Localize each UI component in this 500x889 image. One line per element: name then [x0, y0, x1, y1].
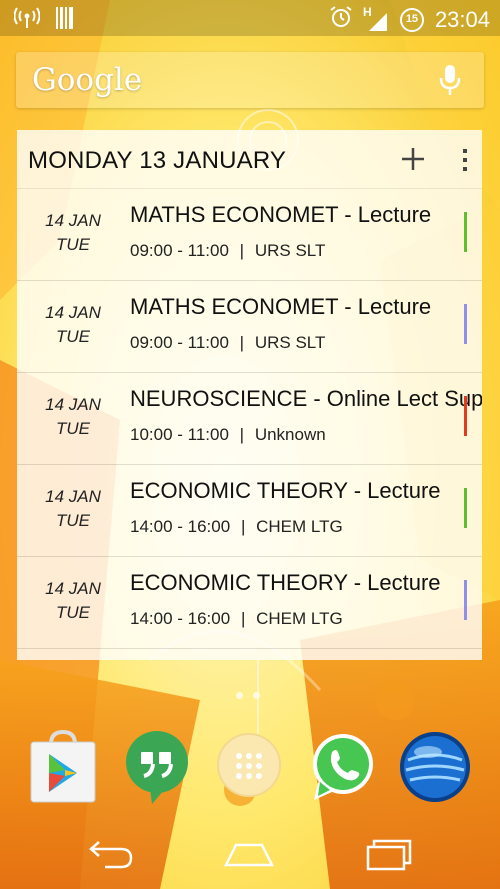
- back-icon[interactable]: [74, 832, 144, 876]
- barcode-icon: [56, 7, 74, 34]
- alarm-icon: [329, 5, 353, 34]
- event-date-day-month: 14 JAN: [45, 579, 101, 598]
- event-details: 14:00 - 16:00 | CHEM LTG: [130, 609, 343, 629]
- widget-date-title[interactable]: MONDAY 13 JANUARY: [28, 147, 286, 175]
- event-time: 09:00 - 11:00: [130, 241, 229, 260]
- event-color-bar: [464, 396, 467, 436]
- page-dot: [253, 692, 260, 699]
- event-row[interactable]: 14 JAN TUE ECONOMIC THEORY - Lecture 14:…: [17, 465, 482, 557]
- event-separator: |: [240, 609, 246, 628]
- home-icon[interactable]: [214, 832, 284, 876]
- event-separator: |: [239, 333, 245, 352]
- event-color-bar: [464, 212, 467, 252]
- event-details: 09:00 - 11:00 | URS SLT: [130, 333, 325, 353]
- plus-icon[interactable]: [400, 146, 426, 177]
- event-location: Unknown: [254, 425, 326, 444]
- hangouts-icon[interactable]: [122, 730, 192, 804]
- navigation-bar: [0, 820, 500, 889]
- event-weekday: TUE: [56, 419, 90, 438]
- recent-apps-icon[interactable]: [354, 832, 424, 876]
- event-separator: |: [239, 241, 245, 260]
- globe-icon[interactable]: [398, 730, 470, 802]
- event-time: 14:00 - 16:00: [130, 609, 231, 628]
- event-date-day-month: 14 JAN: [45, 211, 101, 230]
- event-title: ECONOMIC THEORY - Lecture: [130, 570, 441, 595]
- event-row[interactable]: 14 JAN TUE NEUROSCIENCE - Online Lect Su…: [17, 373, 482, 465]
- play-store-icon[interactable]: [27, 729, 97, 803]
- event-details: 14:00 - 16:00 | CHEM LTG: [130, 517, 343, 537]
- event-weekday: TUE: [56, 327, 90, 346]
- clock: 23:04: [434, 6, 490, 32]
- event-date: 14 JAN TUE: [17, 393, 129, 441]
- event-date-day-month: 14 JAN: [45, 395, 101, 414]
- wifi-hotspot-icon: [13, 7, 41, 34]
- event-weekday: TUE: [56, 235, 90, 254]
- event-time: 10:00 - 11:00: [130, 425, 229, 444]
- signal-icon: H: [363, 5, 389, 33]
- page-indicator: [236, 692, 260, 699]
- event-weekday: TUE: [56, 511, 90, 530]
- event-location: URS SLT: [254, 333, 326, 352]
- event-time: 09:00 - 11:00: [130, 333, 229, 352]
- event-date-day-month: 14 JAN: [45, 303, 101, 322]
- battery-level: 15: [405, 12, 419, 25]
- calendar-widget: MONDAY 13 JANUARY 14 JAN TUE MATHS ECONO…: [17, 130, 482, 660]
- google-search-bar[interactable]: Google: [16, 52, 484, 108]
- event-row[interactable]: 14 JAN TUE MATHS ECONOMET - Lecture 09:0…: [17, 281, 482, 373]
- dock: [0, 724, 500, 804]
- event-location: URS SLT: [254, 241, 326, 260]
- event-time: 14:00 - 16:00: [130, 517, 231, 536]
- event-title: NEUROSCIENCE - Online Lect Sup: [130, 386, 482, 411]
- event-color-bar: [464, 304, 467, 344]
- event-title: ECONOMIC THEORY - Lecture: [130, 478, 441, 503]
- event-separator: |: [240, 517, 246, 536]
- google-logo: Google: [32, 62, 143, 98]
- event-title: MATHS ECONOMET - Lecture: [130, 202, 432, 227]
- battery-icon: 15: [399, 7, 425, 33]
- event-color-bar: [464, 488, 467, 528]
- event-details: 09:00 - 11:00 | URS SLT: [130, 241, 325, 261]
- overflow-menu-icon[interactable]: [460, 148, 470, 177]
- app-drawer-icon[interactable]: [214, 730, 284, 800]
- event-date: 14 JAN TUE: [17, 209, 129, 257]
- microphone-icon[interactable]: [438, 64, 462, 101]
- event-date: 14 JAN TUE: [17, 301, 129, 349]
- event-date: 14 JAN TUE: [17, 577, 129, 625]
- status-bar: H 15 23:04: [0, 0, 500, 36]
- event-location: CHEM LTG: [256, 609, 343, 628]
- widget-header: MONDAY 13 JANUARY: [17, 130, 482, 189]
- event-title: MATHS ECONOMET - Lecture: [130, 294, 432, 319]
- event-location: CHEM LTG: [256, 517, 343, 536]
- whatsapp-icon[interactable]: [306, 730, 376, 800]
- event-row[interactable]: 14 JAN TUE MATHS ECONOMET - Lecture 09:0…: [17, 189, 482, 281]
- event-separator: |: [239, 425, 245, 444]
- page-dot: [236, 692, 243, 699]
- event-date: 14 JAN TUE: [17, 485, 129, 533]
- event-date-day-month: 14 JAN: [45, 487, 101, 506]
- event-weekday: TUE: [56, 603, 90, 622]
- event-row[interactable]: 14 JAN TUE ECONOMIC THEORY - Lecture 14:…: [17, 557, 482, 649]
- event-color-bar: [464, 580, 467, 620]
- event-details: 10:00 - 11:00 | Unknown: [130, 425, 326, 445]
